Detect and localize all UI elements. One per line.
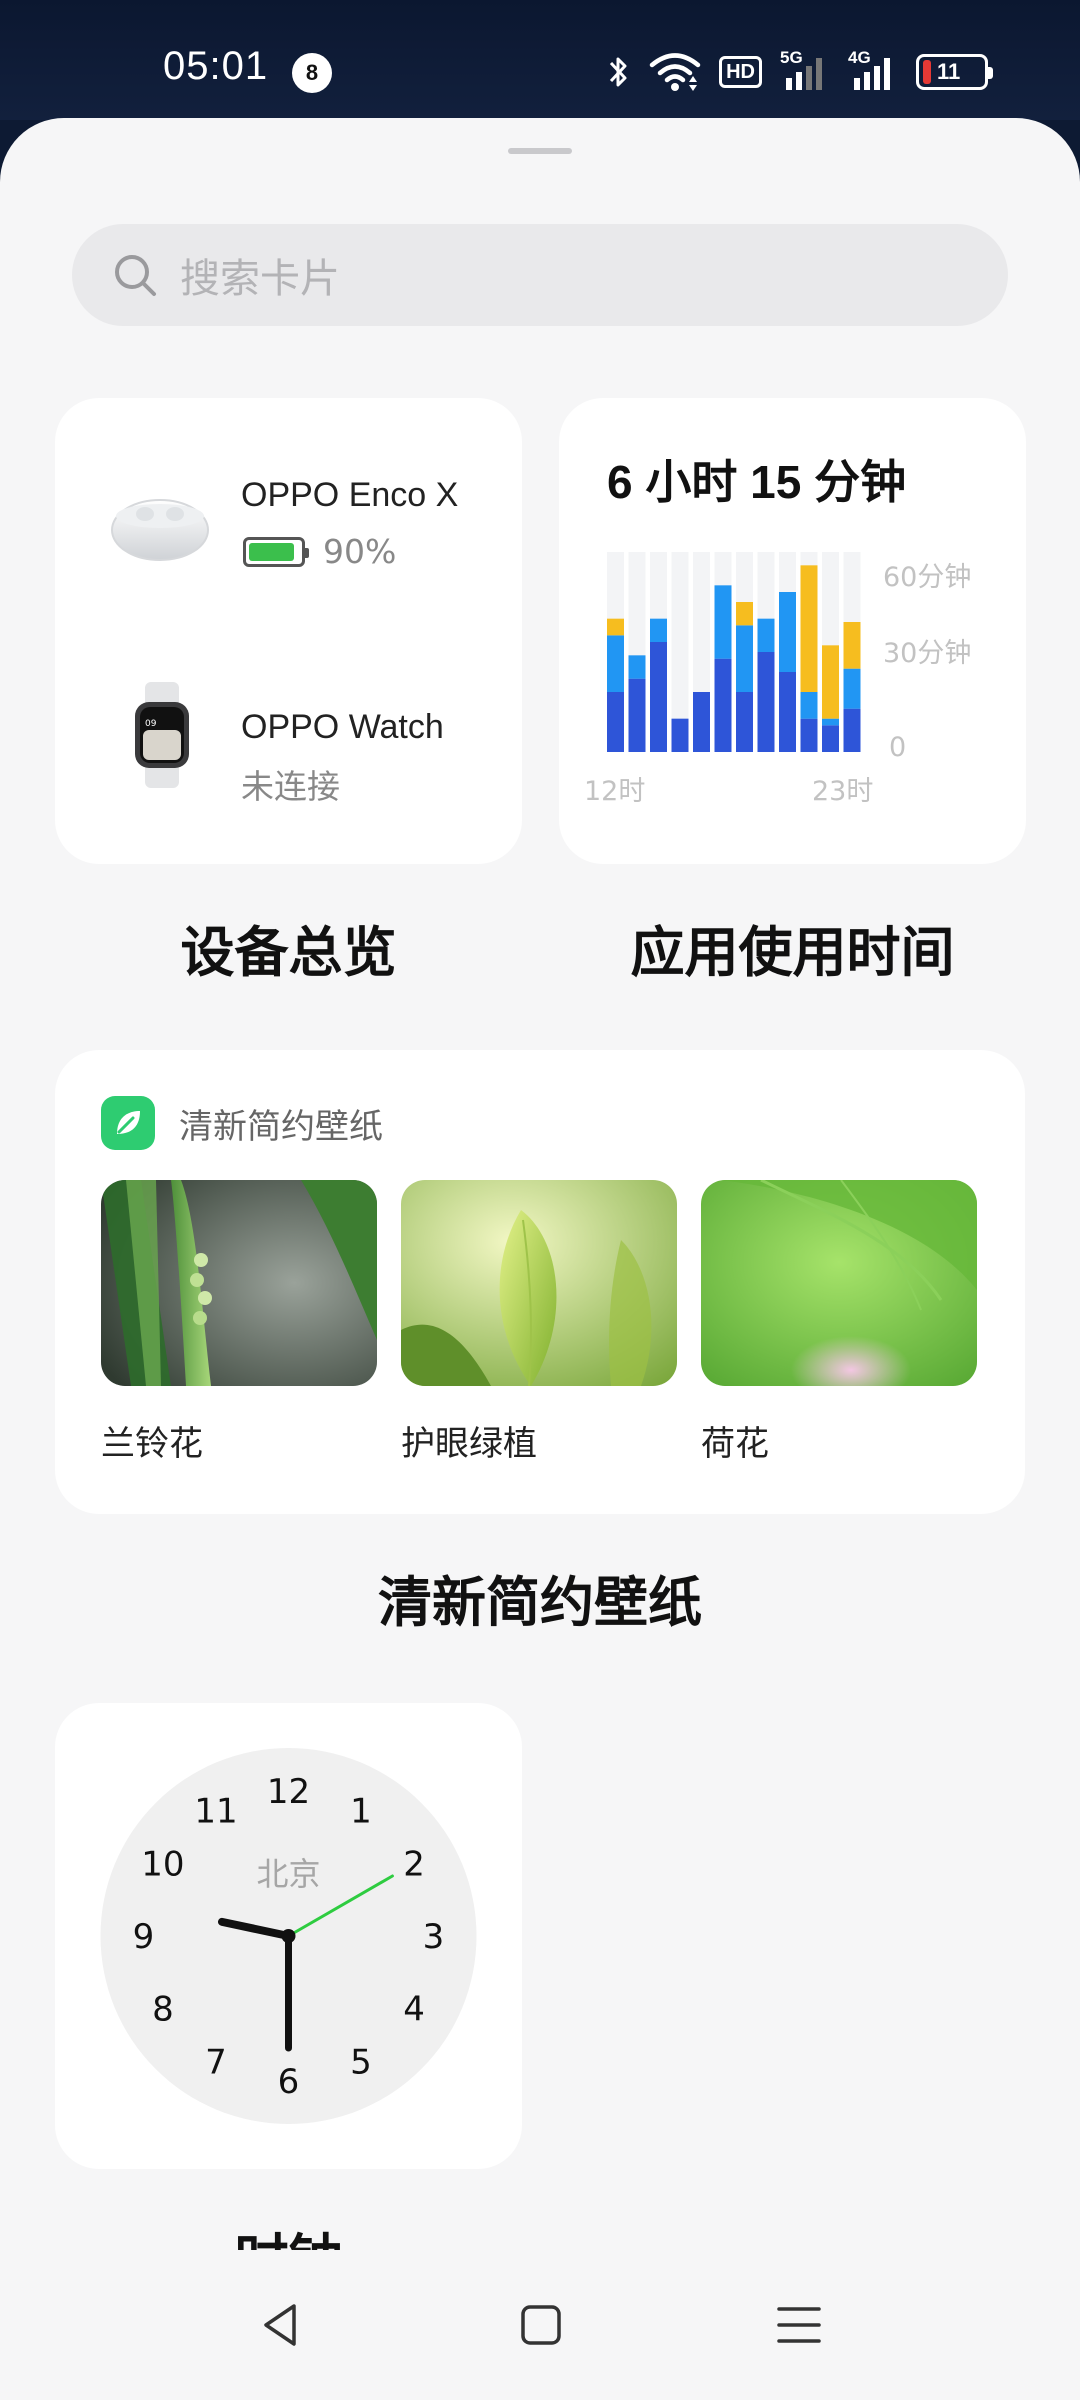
clock-number: 3 xyxy=(423,1917,445,1957)
search-bar[interactable]: 搜索卡片 xyxy=(72,224,1008,326)
widget-picker-sheet: 搜索卡片 OPPO Enco X 90% 09 OPPO Watch 未连接 设… xyxy=(0,118,1080,2400)
usage-bar-segment xyxy=(736,692,753,752)
usage-y-tick: 60分钟 xyxy=(883,562,971,593)
usage-bar-segment xyxy=(779,592,796,672)
usage-bar-segment xyxy=(671,718,689,752)
search-icon xyxy=(115,255,156,296)
wifi-icon xyxy=(649,52,701,92)
wallpaper-card[interactable]: 清新简约壁纸 兰铃花 护眼绿植 荷花 xyxy=(55,1050,1025,1514)
clock-center xyxy=(281,1929,296,1943)
device-row-enco: OPPO Enco X 90% xyxy=(55,398,522,628)
usage-bar-segment xyxy=(607,635,624,692)
usage-bar-segment xyxy=(757,618,775,652)
hd-voice-icon: HD xyxy=(719,56,762,88)
clock-number: 1 xyxy=(350,1791,372,1831)
usage-bar-segment xyxy=(736,625,753,692)
wallpaper-label: 兰铃花 xyxy=(101,1424,203,1464)
usage-bar-segment xyxy=(714,585,732,659)
bluetooth-icon xyxy=(607,54,631,90)
app-usage-card[interactable]: 6 小时 15 分钟 60分钟 30分钟 0 12时 23时 xyxy=(559,398,1026,864)
usage-bar-segment xyxy=(628,655,646,679)
battery-fill xyxy=(923,60,931,84)
usage-bar-segment xyxy=(607,618,624,636)
status-time: 05:01 xyxy=(163,44,269,88)
device-overview-card[interactable]: OPPO Enco X 90% 09 OPPO Watch 未连接 xyxy=(55,398,522,864)
status-icons: HD 5G 4G 11 xyxy=(607,48,993,96)
wallpaper-title: 清新简约壁纸 xyxy=(179,1106,383,1147)
usage-bar-segment xyxy=(843,668,861,709)
usage-bar-segment xyxy=(822,645,839,719)
usage-bar-segment xyxy=(822,718,839,726)
clock-number: 9 xyxy=(133,1917,155,1957)
drag-handle[interactable] xyxy=(508,148,572,154)
leaf-icon xyxy=(101,1096,155,1150)
usage-bar-segment xyxy=(800,718,818,752)
usage-bar-segment xyxy=(650,618,667,642)
wallpaper-thumb-lily[interactable] xyxy=(101,1180,377,1386)
clock-number: 10 xyxy=(141,1845,184,1885)
clock-number: 5 xyxy=(350,2043,372,2083)
clock-number: 11 xyxy=(194,1791,237,1831)
app-usage-label: 应用使用时间 xyxy=(630,921,955,984)
usage-bar-segment xyxy=(714,658,732,752)
wallpaper-thumb-plant[interactable] xyxy=(401,1180,677,1386)
usage-bar-chart: 60分钟 30分钟 0 12时 23时 xyxy=(584,552,971,807)
usage-bar-segment xyxy=(650,642,667,752)
svg-text:09: 09 xyxy=(145,719,157,729)
usage-bar-segment xyxy=(800,692,818,719)
home-icon[interactable] xyxy=(506,2290,576,2360)
clock-number: 2 xyxy=(403,1845,425,1885)
status-bar: 05:01 8 HD 5G 4G 11 xyxy=(0,0,1080,120)
usage-bar-segment xyxy=(800,565,818,692)
clock-card[interactable]: 12 1 2 3 4 5 6 7 8 9 10 11 北京 xyxy=(55,1703,522,2169)
signal-4g-icon: 4G xyxy=(848,48,898,92)
clock-number: 8 xyxy=(152,1990,174,2030)
usage-bar-segment xyxy=(757,652,775,752)
clock-number: 7 xyxy=(205,2043,227,2083)
earbuds-icon xyxy=(111,499,209,561)
usage-bar-segment xyxy=(822,725,839,752)
usage-y-tick: 30分钟 xyxy=(883,638,971,669)
wallpaper-label: 护眼绿植 xyxy=(401,1424,537,1464)
clock-number: 4 xyxy=(403,1990,425,2030)
analog-clock: 12 12 3 45 6 78 9 1011 北京 xyxy=(100,1748,477,2124)
device-overview-label: 设备总览 xyxy=(180,921,397,984)
usage-total: 6 小时 15 分钟 xyxy=(607,456,907,508)
clock-number: 6 xyxy=(278,2062,300,2102)
menu-icon[interactable] xyxy=(764,2290,834,2360)
usage-bar-segment xyxy=(843,708,861,752)
device-status: 未连接 xyxy=(241,767,340,806)
device-name: OPPO Enco X xyxy=(241,476,459,514)
wallpaper-label: 荷花 xyxy=(701,1424,769,1464)
device-battery-text: 90% xyxy=(323,532,397,571)
usage-bar-segment xyxy=(736,602,753,626)
device-battery-icon xyxy=(243,537,309,567)
device-row-watch: 09 OPPO Watch 未连接 xyxy=(55,628,522,858)
usage-bar-segment xyxy=(628,678,646,752)
usage-bar-segment xyxy=(693,692,710,752)
device-name: OPPO Watch xyxy=(241,708,444,746)
search-placeholder: 搜索卡片 xyxy=(180,256,340,302)
usage-bar-segment xyxy=(607,692,624,752)
back-icon[interactable] xyxy=(246,2290,316,2360)
signal-5g-icon: 5G xyxy=(780,48,830,92)
wallpaper-card-label: 清新简约壁纸 xyxy=(378,1571,702,1634)
usage-bar-segment xyxy=(779,672,796,752)
watch-icon: 09 xyxy=(135,682,189,788)
wallpaper-header: 清新简约壁纸 xyxy=(101,1096,383,1150)
clock-number: 12 xyxy=(267,1772,310,1812)
usage-bar-segment xyxy=(843,622,861,669)
battery-icon: 11 xyxy=(916,54,993,90)
wallpaper-thumb-lotus[interactable] xyxy=(701,1180,977,1386)
usage-y-tick: 0 xyxy=(889,732,906,763)
usage-x-tick: 23时 xyxy=(812,776,873,807)
usage-x-tick: 12时 xyxy=(584,776,645,807)
navigation-bar xyxy=(0,2250,1080,2400)
notification-badge: 8 xyxy=(292,53,332,93)
clock-city: 北京 xyxy=(256,1855,320,1893)
